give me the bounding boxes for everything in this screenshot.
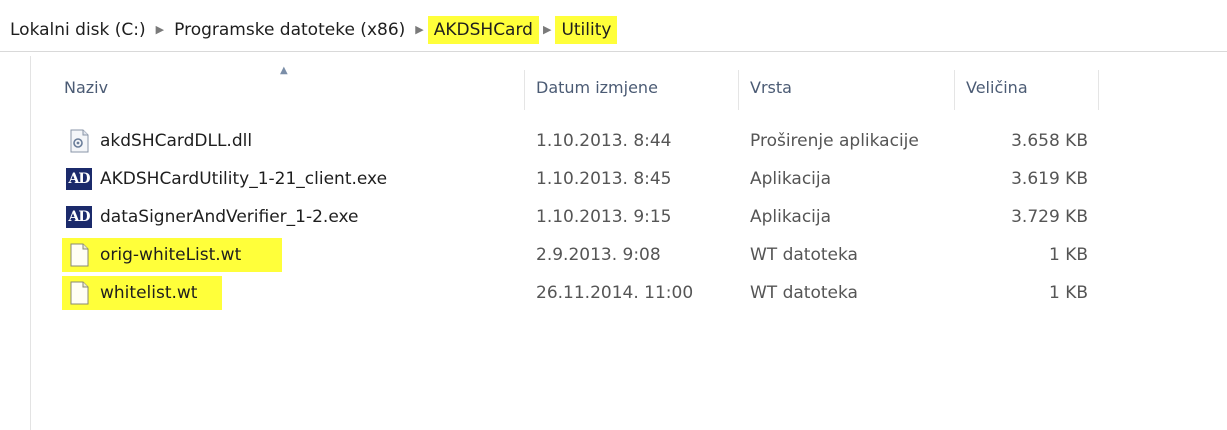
file-type: Proširenje aplikacije (750, 131, 919, 151)
file-name: orig-whiteList.wt (100, 245, 242, 265)
akd-app-icon: AD (66, 206, 92, 228)
file-date: 1.10.2013. 9:15 (536, 207, 672, 227)
column-header-name[interactable]: Naziv (64, 66, 524, 110)
chevron-right-icon[interactable]: ▶ (152, 23, 168, 36)
file-type: Aplikacija (750, 207, 832, 227)
blank-file-icon (70, 243, 89, 267)
file-type: WT datoteka (750, 245, 858, 265)
column-divider[interactable] (524, 70, 525, 110)
file-row[interactable]: AD AKDSHCardUtility_1-21_client.exe 1.10… (40, 160, 1110, 198)
breadcrumb-programske-datoteke[interactable]: Programske datoteke (x86) (168, 16, 411, 44)
chevron-right-icon[interactable]: ▶ (411, 23, 427, 36)
file-name: dataSignerAndVerifier_1-2.exe (100, 207, 359, 227)
file-size: 3.658 KB (1011, 131, 1088, 151)
navigation-pane-divider (30, 56, 31, 430)
file-name: whitelist.wt (100, 283, 198, 303)
file-type: WT datoteka (750, 283, 858, 303)
file-date: 1.10.2013. 8:44 (536, 131, 672, 151)
file-row[interactable]: orig-whiteList.wt 2.9.2013. 9:08 WT dato… (40, 236, 1110, 274)
file-date: 26.11.2014. 11:00 (536, 283, 694, 303)
file-name: akdSHCardDLL.dll (100, 131, 253, 151)
file-row[interactable]: AD dataSignerAndVerifier_1-2.exe 1.10.20… (40, 198, 1110, 236)
column-divider[interactable] (1098, 70, 1099, 110)
column-divider[interactable] (954, 70, 955, 110)
column-header-type[interactable]: Vrsta (750, 66, 960, 110)
breadcrumb-akdshcard[interactable]: AKDSHCard (427, 15, 539, 44)
column-header-date[interactable]: Datum izmjene (536, 66, 736, 110)
file-date: 2.9.2013. 9:08 (536, 245, 661, 265)
file-date: 1.10.2013. 8:45 (536, 169, 672, 189)
column-divider[interactable] (738, 70, 739, 110)
file-list: akdSHCardDLL.dll 1.10.2013. 8:44 Prošire… (40, 122, 1110, 312)
file-type: Aplikacija (750, 169, 832, 189)
dll-file-icon (70, 129, 89, 153)
blank-file-icon (70, 281, 89, 305)
file-size: 3.619 KB (1011, 169, 1088, 189)
file-size: 1 KB (1048, 245, 1088, 265)
file-row[interactable]: akdSHCardDLL.dll 1.10.2013. 8:44 Prošire… (40, 122, 1110, 160)
file-row[interactable]: whitelist.wt 26.11.2014. 11:00 WT datote… (40, 274, 1110, 312)
file-size: 1 KB (1048, 283, 1088, 303)
akd-app-icon: AD (66, 168, 92, 190)
breadcrumb-lokalni-disk[interactable]: Lokalni disk (C:) (0, 16, 152, 44)
chevron-right-icon[interactable]: ▶ (539, 23, 555, 36)
file-name: AKDSHCardUtility_1-21_client.exe (100, 169, 388, 189)
column-header-size[interactable]: Veličina (966, 66, 1096, 110)
column-header-row: ▲ Naziv Datum izmjene Vrsta Veličina (40, 66, 1110, 110)
file-size: 3.729 KB (1011, 207, 1088, 227)
address-breadcrumb[interactable]: Lokalni disk (C:) ▶ Programske datoteke … (0, 8, 1227, 52)
breadcrumb-utility[interactable]: Utility (555, 15, 618, 44)
